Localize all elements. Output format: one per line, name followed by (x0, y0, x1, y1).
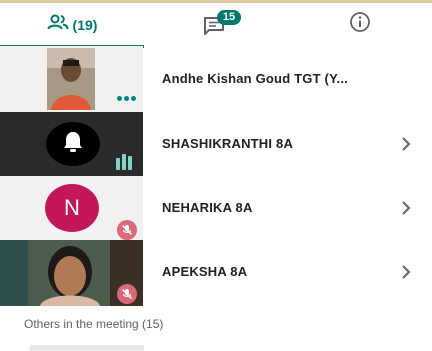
next-participant-tile (30, 345, 144, 351)
participant-name: APEKSHA 8A (162, 264, 248, 279)
bell-icon (62, 130, 84, 159)
participant-avatar: N (45, 184, 99, 232)
audio-level-icon (116, 154, 132, 170)
people-count: (19) (72, 16, 98, 33)
participant-video-tile (0, 46, 143, 112)
mic-off-icon (117, 220, 137, 240)
tab-chat[interactable]: 15 (144, 3, 288, 46)
participant-video-tile (0, 112, 143, 176)
tab-info[interactable] (288, 3, 432, 46)
participant-name: Andhe Kishan Goud TGT (Y... (162, 71, 348, 86)
participant-name: NEHARIKA 8A (162, 200, 253, 215)
participant-row[interactable]: Andhe Kishan Goud TGT (Y... (0, 46, 432, 112)
more-options-icon[interactable] (117, 96, 136, 101)
participant-video (47, 48, 95, 110)
others-in-meeting-header: Others in the meeting (15) (24, 317, 164, 331)
chat-unread-badge: 15 (217, 9, 241, 25)
participant-row[interactable]: N NEHARIKA 8A (0, 176, 432, 240)
participant-row[interactable]: SHASHIKRANTHI 8A (0, 112, 432, 176)
chevron-right-icon[interactable] (398, 198, 414, 218)
chevron-right-icon[interactable] (398, 262, 414, 282)
info-icon (349, 11, 371, 38)
participant-name: SHASHIKRANTHI 8A (162, 136, 294, 151)
participant-video-tile: N (0, 176, 143, 240)
participant-video-tile (0, 240, 143, 306)
chevron-right-icon[interactable] (398, 134, 414, 154)
tab-people[interactable]: (19) (0, 3, 144, 48)
mic-off-icon (117, 284, 137, 304)
participant-row[interactable]: APEKSHA 8A (0, 240, 432, 306)
participant-avatar (46, 122, 100, 166)
people-icon (47, 14, 69, 35)
tab-bar: (19) 15 (0, 0, 432, 48)
